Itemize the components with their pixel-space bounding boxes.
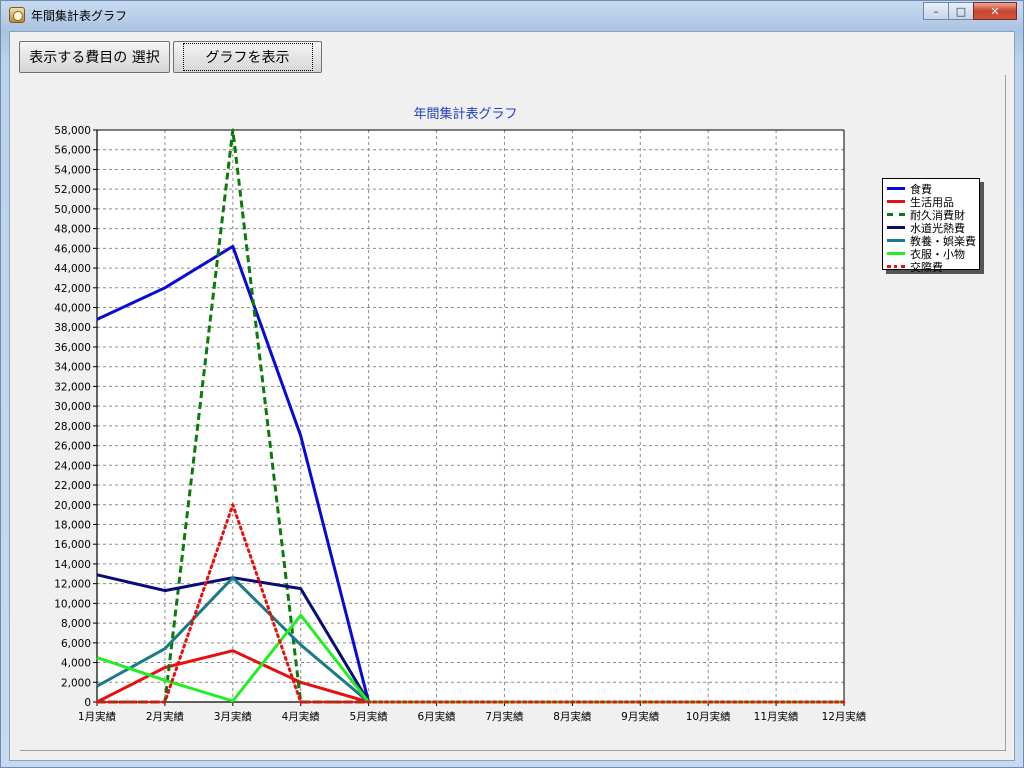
x-tick-label: 5月実績 [350,710,389,723]
legend-swatch [887,265,905,268]
legend-swatch [887,226,905,229]
legend-swatch [887,187,905,190]
y-tick-label: 14,000 [54,559,91,571]
chart-legend: 食費 生活用品 耐久消費財 水道光熱費 教養・娯楽費 衣服・小物 交際費 [882,178,980,274]
y-tick-label: 34,000 [54,362,91,374]
window-controls: – □ ✕ [923,2,1017,20]
select-items-button[interactable]: 表示する費目の 選択 [19,41,170,73]
legend-swatch [887,239,905,242]
x-tick-label: 11月実績 [754,710,799,723]
y-tick-label: 10,000 [54,598,91,610]
y-tick-label: 44,000 [54,263,91,275]
y-tick-label: 24,000 [54,460,91,472]
legend-item: 交際費 [887,260,979,274]
y-tick-label: 50,000 [54,204,91,216]
y-tick-label: 22,000 [54,480,91,492]
y-tick-label: 2,000 [61,677,91,689]
legend-swatch [887,200,905,203]
window-title: 年間集計表グラフ [31,9,128,23]
x-tick-label: 7月実績 [485,710,524,723]
y-tick-label: 42,000 [54,283,91,295]
y-tick-label: 46,000 [54,243,91,255]
plot-background [97,130,844,702]
y-tick-label: 18,000 [54,519,91,531]
y-tick-label: 38,000 [54,322,91,334]
y-tick-label: 52,000 [54,184,91,196]
y-tick-label: 58,000 [54,125,91,137]
show-graph-label: グラフを表示 [182,43,313,71]
y-tick-label: 32,000 [54,381,91,393]
y-tick-label: 12,000 [54,579,91,591]
y-tick-label: 4,000 [61,658,91,670]
x-tick-label: 4月実績 [282,710,321,723]
x-tick-label: 10月実績 [686,710,731,723]
y-tick-label: 0 [84,697,91,709]
x-tick-label: 3月実績 [214,710,253,723]
client-area: 表示する費目の 選択 グラフを表示 年間集計表グラフ 0 2,000 4,000 6,0… [9,31,1015,761]
chart-panel: 年間集計表グラフ 0 2,000 4,000 6,000 8,000 10,000 12,00… [20,75,1006,751]
x-tick-label: 9月実績 [621,710,660,723]
y-tick-label: 30,000 [54,401,91,413]
maximize-button[interactable]: □ [948,2,974,20]
x-tick-label: 2月実績 [146,710,185,723]
x-tick-label: 1月実績 [78,710,117,723]
y-tick-label: 54,000 [54,164,91,176]
main-window: 年間集計表グラフ – □ ✕ 表示する費目の 選択 グラフを表示 年間集計表グラ… [0,0,1024,768]
chart-title: 年間集計表グラフ [413,106,517,122]
y-tick-label: 36,000 [54,342,91,354]
minimize-button[interactable]: – [923,2,949,20]
y-tick-label: 28,000 [54,421,91,433]
y-tick-label: 26,000 [54,441,91,453]
y-tick-label: 48,000 [54,224,91,236]
y-tick-label: 8,000 [61,618,91,630]
y-tick-label: 6,000 [61,638,91,650]
title-bar[interactable]: 年間集計表グラフ – □ ✕ [1,1,1023,29]
close-button[interactable]: ✕ [973,2,1017,20]
y-tick-label: 16,000 [54,539,91,551]
show-graph-button[interactable]: グラフを表示 [173,41,322,73]
app-icon [9,7,25,23]
line-chart: 年間集計表グラフ 0 2,000 4,000 6,000 8,000 10,000 12,00… [54,106,867,723]
y-tick-label: 40,000 [54,303,91,315]
legend-swatch [887,213,905,216]
x-tick-label: 8月実績 [553,710,592,723]
y-tick-label: 56,000 [54,145,91,157]
x-tick-label: 12月実績 [822,710,867,723]
legend-label: 交際費 [910,260,943,274]
legend-swatch [887,252,905,255]
x-tick-label: 6月実績 [417,710,456,723]
y-tick-label: 20,000 [54,500,91,512]
